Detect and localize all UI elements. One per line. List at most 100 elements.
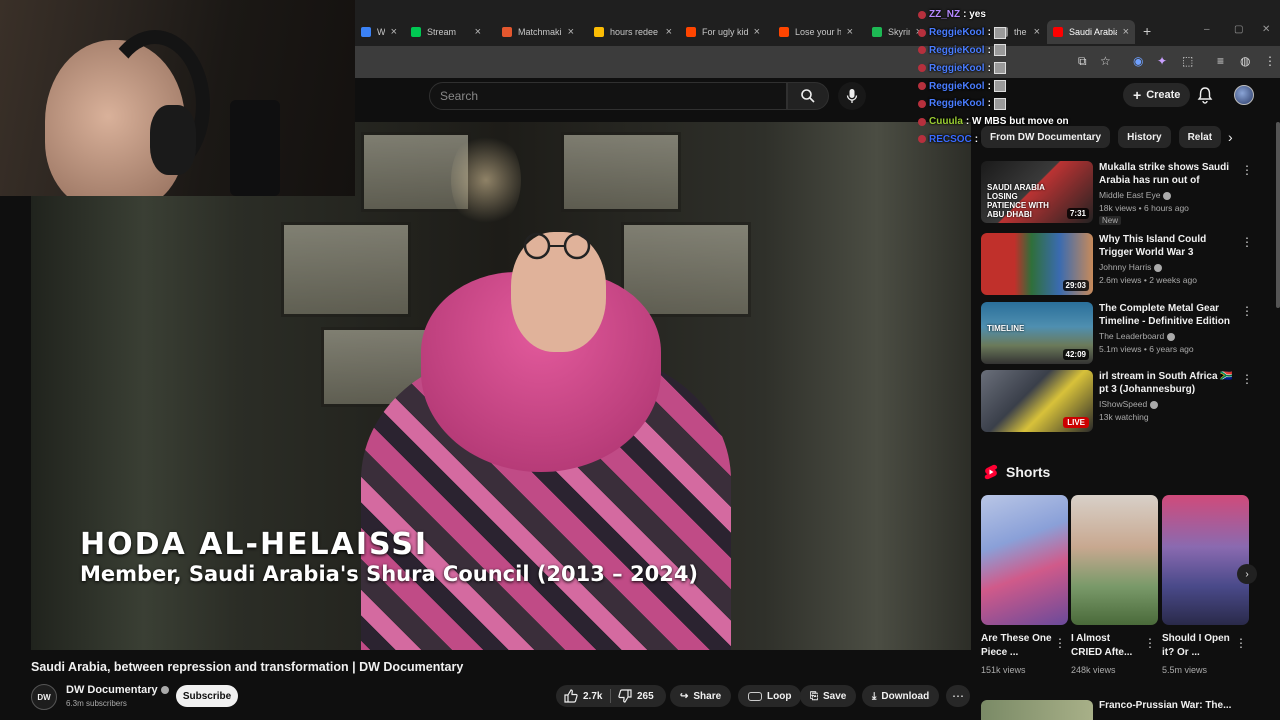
- recommendation-item[interactable]: SAUDI ARABIA LOSING PATIENCE WITH ABU DH…: [981, 161, 1253, 225]
- chat-text: :: [987, 62, 991, 74]
- recommendation-channel[interactable]: The Leaderboard: [1099, 331, 1176, 341]
- recommendation-thumbnail[interactable]: TIMELINE 42:09: [981, 302, 1093, 364]
- close-window-icon[interactable]: ✕: [1262, 24, 1270, 35]
- extension-icon[interactable]: ◉: [1133, 54, 1143, 68]
- loop-label: Loop: [767, 690, 792, 702]
- more-options-icon[interactable]: ⋮: [1241, 163, 1253, 177]
- shorts-header: Shorts: [984, 464, 1050, 480]
- recommendation-title[interactable]: Why This Island Could Trigger World War …: [1099, 233, 1237, 259]
- recommendation-item[interactable]: 29:03 Why This Island Could Trigger Worl…: [981, 233, 1253, 297]
- browser-menu-icon[interactable]: ⋮: [1264, 54, 1276, 68]
- chat-badge-icon: [918, 135, 926, 144]
- account-avatar[interactable]: [1234, 85, 1254, 105]
- chat-text: :: [987, 27, 991, 39]
- save-button[interactable]: ⎘ Save: [800, 685, 857, 707]
- browser-tab[interactable]: For ugly kid ×: [680, 20, 766, 44]
- tab-label: Matchmakin: [518, 27, 562, 37]
- more-options-icon[interactable]: ⋮: [1235, 636, 1247, 650]
- loop-button[interactable]: Loop: [738, 685, 802, 707]
- scrollbar[interactable]: [1276, 122, 1280, 308]
- notifications-button[interactable]: [1197, 86, 1213, 109]
- chat-message: ReggieKool :: [918, 77, 1068, 95]
- close-tab-icon[interactable]: ×: [391, 26, 397, 38]
- share-button[interactable]: ↪ Share: [670, 685, 732, 707]
- install-app-icon[interactable]: ⧉: [1078, 54, 1087, 69]
- minimize-icon[interactable]: –: [1204, 24, 1210, 35]
- channel-name-text: DW Documentary: [66, 684, 158, 696]
- more-actions-button[interactable]: ⋯: [946, 685, 970, 707]
- recommendation-item[interactable]: LIVE irl stream in South Africa 🇿🇦 pt 3 …: [981, 370, 1253, 434]
- next-recommendation-thumbnail[interactable]: [981, 700, 1093, 720]
- chip-related[interactable]: Relat: [1178, 126, 1222, 148]
- close-tab-icon[interactable]: ×: [754, 26, 760, 38]
- chat-text: : yes: [963, 9, 986, 21]
- recommendation-title[interactable]: irl stream in South Africa 🇿🇦 pt 3 (Joha…: [1099, 370, 1237, 396]
- close-tab-icon[interactable]: ×: [1123, 26, 1129, 38]
- video-player[interactable]: HODA AL-HELAISSI Member, Saudi Arabia's …: [31, 122, 971, 650]
- short-title[interactable]: Are These One Piece ...: [981, 632, 1053, 660]
- extensions-puzzle-icon[interactable]: ⬚: [1182, 54, 1193, 68]
- recommendation-channel[interactable]: Middle East Eye: [1099, 190, 1172, 200]
- browser-tab[interactable]: Lose your h ×: [773, 20, 859, 44]
- short-thumbnail[interactable]: [1162, 495, 1249, 625]
- subscribe-button[interactable]: Subscribe: [176, 685, 238, 707]
- dislike-button[interactable]: 265: [618, 685, 654, 707]
- verified-icon: [160, 686, 169, 695]
- close-tab-icon[interactable]: ×: [666, 26, 672, 38]
- chevron-right-icon[interactable]: ›: [1228, 129, 1233, 145]
- like-button[interactable]: 2.7k: [564, 685, 602, 707]
- browser-tab[interactable]: Whee ×: [355, 20, 403, 44]
- chat-username: Cuuula: [929, 116, 963, 128]
- short-title[interactable]: I Almost CRIED Afte...: [1071, 632, 1143, 660]
- chat-badge-icon: [918, 117, 926, 126]
- more-options-icon[interactable]: ⋮: [1241, 235, 1253, 249]
- create-button[interactable]: + Create: [1123, 83, 1191, 107]
- recommendation-chips: From DW Documentary History Relat: [981, 126, 1222, 148]
- channel-avatar[interactable]: DW: [31, 684, 57, 710]
- recommendation-meta: 2.6m views • 2 weeks ago: [1099, 275, 1197, 285]
- chat-emote-icon: [993, 44, 1006, 57]
- recommendation-item[interactable]: TIMELINE 42:09 The Complete Metal Gear T…: [981, 302, 1253, 366]
- chip-from-channel[interactable]: From DW Documentary: [981, 126, 1111, 148]
- voice-search-button[interactable]: [838, 82, 866, 110]
- browser-tab[interactable]: Matchmakin ×: [496, 20, 580, 44]
- video-title: Saudi Arabia, between repression and tra…: [31, 660, 464, 674]
- recommendation-title[interactable]: The Complete Metal Gear Timeline - Defin…: [1099, 302, 1237, 329]
- browser-tab[interactable]: Stream ×: [405, 20, 487, 44]
- close-tab-icon[interactable]: ×: [475, 26, 481, 38]
- chip-history[interactable]: History: [1118, 126, 1171, 148]
- browser-tab[interactable]: hours redee ×: [588, 20, 678, 44]
- chevron-right-icon[interactable]: ›: [1237, 564, 1257, 584]
- chair: [230, 100, 280, 196]
- close-tab-icon[interactable]: ×: [847, 26, 853, 38]
- short-thumbnail[interactable]: [1071, 495, 1158, 625]
- loop-icon: [748, 691, 762, 701]
- recommendation-thumbnail[interactable]: SAUDI ARABIA LOSING PATIENCE WITH ABU DH…: [981, 161, 1093, 223]
- search-button[interactable]: [787, 82, 829, 110]
- more-options-icon[interactable]: ⋮: [1241, 372, 1253, 386]
- more-options-icon[interactable]: ⋮: [1144, 636, 1156, 650]
- channel-name[interactable]: DW Documentary: [66, 684, 169, 696]
- more-options-icon[interactable]: ⋮: [1054, 636, 1066, 650]
- next-recommendation-title[interactable]: Franco-Prussian War: The...: [1099, 700, 1231, 711]
- share-icon: ↪: [680, 690, 689, 702]
- maximize-icon[interactable]: ▢: [1234, 24, 1243, 35]
- new-badge: New: [1099, 216, 1122, 225]
- recommendation-title[interactable]: Mukalla strike shows Saudi Arabia has ru…: [1099, 161, 1237, 188]
- short-title[interactable]: Should I Open it? Or ...: [1162, 632, 1234, 660]
- download-button[interactable]: ⤓ Download: [862, 685, 940, 707]
- short-thumbnail[interactable]: [981, 495, 1068, 625]
- bookmark-star-icon[interactable]: ☆: [1100, 54, 1111, 68]
- search-input[interactable]: Search: [429, 82, 787, 110]
- recommendation-thumbnail[interactable]: 29:03: [981, 233, 1093, 295]
- extension-icon[interactable]: ✦: [1157, 54, 1167, 68]
- recommendation-channel[interactable]: Johnny Harris: [1099, 262, 1163, 272]
- media-controls-icon[interactable]: ≡: [1217, 54, 1224, 68]
- recommendation-thumbnail[interactable]: LIVE: [981, 370, 1093, 432]
- profile-icon[interactable]: ◍: [1240, 54, 1250, 68]
- close-tab-icon[interactable]: ×: [568, 26, 574, 38]
- new-tab-button[interactable]: +: [1143, 23, 1151, 39]
- shorts-title: Shorts: [1006, 464, 1051, 480]
- more-options-icon[interactable]: ⋮: [1241, 304, 1253, 318]
- recommendation-channel[interactable]: IShowSpeed: [1099, 399, 1159, 409]
